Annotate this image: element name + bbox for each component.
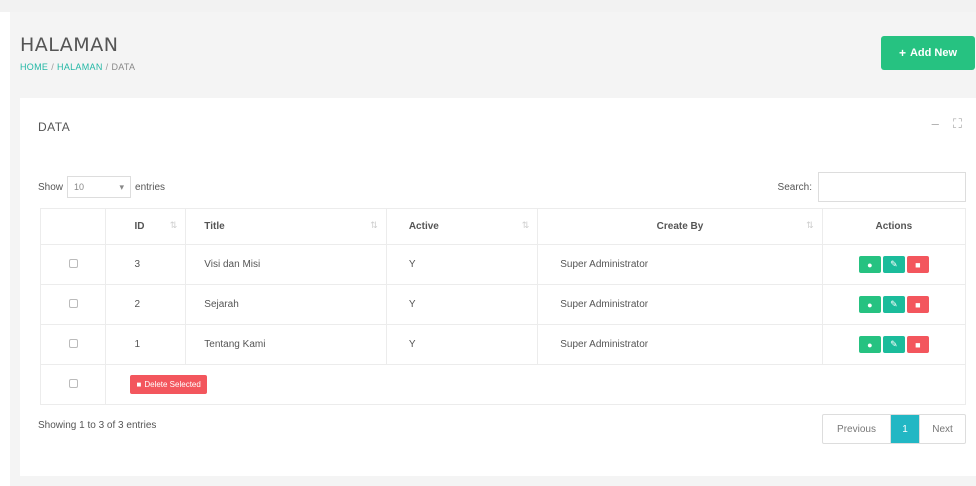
column-label: Actions bbox=[875, 221, 913, 232]
cell-title: Tentang Kami bbox=[185, 324, 387, 365]
cell-id: 1 bbox=[105, 324, 187, 365]
column-header-select bbox=[39, 208, 107, 245]
trash-icon: ■ bbox=[915, 339, 921, 350]
pagination-previous[interactable]: Previous bbox=[823, 415, 891, 443]
card-tools: – ⛶ bbox=[932, 116, 962, 132]
minimize-icon[interactable]: – bbox=[932, 116, 939, 132]
row-checkbox[interactable] bbox=[68, 298, 78, 308]
cell-active: Y bbox=[385, 324, 539, 365]
eye-icon: ● bbox=[867, 259, 873, 270]
page-header: HALAMAN HOME / HALAMAN / DATA + Add New bbox=[10, 12, 976, 98]
breadcrumb-separator: / bbox=[51, 62, 55, 72]
column-header-id[interactable]: ID ⇅ bbox=[105, 208, 187, 245]
add-new-label: Add New bbox=[909, 47, 958, 59]
column-label: Title bbox=[204, 221, 225, 232]
breadcrumb-home[interactable]: HOME bbox=[20, 62, 48, 72]
table-row: 2 Sejarah Y Super Administrator ● ✎ ■ bbox=[39, 284, 967, 325]
edit-button[interactable]: ✎ bbox=[882, 256, 905, 273]
cell-active: Y bbox=[385, 284, 539, 325]
table-row: 3 Visi dan Misi Y Super Administrator ● … bbox=[39, 244, 967, 285]
column-label: Create By bbox=[656, 221, 704, 232]
cell-actions: ● ✎ ■ bbox=[821, 284, 967, 325]
row-checkbox-cell bbox=[39, 284, 107, 325]
pencil-icon: ✎ bbox=[890, 259, 898, 269]
select-all-cell bbox=[39, 364, 107, 405]
eye-icon: ● bbox=[867, 339, 873, 350]
entries-label: entries bbox=[135, 181, 166, 193]
pagination-page-1[interactable]: 1 bbox=[891, 415, 919, 443]
view-button[interactable]: ● bbox=[858, 336, 881, 353]
search-input[interactable] bbox=[818, 172, 966, 202]
breadcrumb: HOME / HALAMAN / DATA bbox=[20, 62, 135, 72]
pagination-next[interactable]: Next bbox=[919, 415, 965, 443]
breadcrumb-halaman[interactable]: HALAMAN bbox=[57, 62, 103, 72]
cell-create-by: Super Administrator bbox=[537, 284, 823, 325]
view-button[interactable]: ● bbox=[858, 296, 881, 313]
page-title: HALAMAN bbox=[20, 34, 119, 56]
entries-select[interactable]: 10 ▾ bbox=[67, 176, 132, 198]
delete-selected-label: Delete Selected bbox=[144, 380, 201, 389]
top-bar bbox=[0, 0, 976, 12]
sort-icon: ⇅ bbox=[521, 220, 530, 230]
column-header-create-by[interactable]: Create By ⇅ bbox=[537, 208, 823, 245]
sort-icon: ⇅ bbox=[169, 220, 178, 230]
table-header-row: ID ⇅ Title ⇅ Active ⇅ Create By ⇅ Actions bbox=[39, 208, 967, 245]
delete-button[interactable]: ■ bbox=[906, 256, 929, 273]
entries-length-control: Show 10 ▾ entries bbox=[38, 176, 165, 198]
cell-title: Visi dan Misi bbox=[185, 244, 387, 285]
trash-icon: ■ bbox=[136, 380, 142, 389]
table-info: Showing 1 to 3 of 3 entries bbox=[38, 420, 157, 431]
bulk-action-cell: ■ Delete Selected bbox=[105, 364, 966, 405]
cell-id: 2 bbox=[105, 284, 187, 325]
data-table: ID ⇅ Title ⇅ Active ⇅ Create By ⇅ Actions 3 … bbox=[39, 208, 967, 405]
cell-active: Y bbox=[385, 244, 539, 285]
search-control: Search: bbox=[778, 172, 966, 202]
column-header-active[interactable]: Active ⇅ bbox=[385, 208, 539, 245]
table-row: 1 Tentang Kami Y Super Administrator ● ✎… bbox=[39, 324, 967, 365]
select-all-checkbox[interactable] bbox=[68, 378, 78, 388]
cell-title: Sejarah bbox=[185, 284, 387, 325]
cell-create-by: Super Administrator bbox=[537, 244, 823, 285]
edit-button[interactable]: ✎ bbox=[882, 296, 905, 313]
row-checkbox-cell bbox=[39, 324, 107, 365]
view-button[interactable]: ● bbox=[858, 256, 881, 273]
column-label: ID bbox=[134, 221, 145, 232]
trash-icon: ■ bbox=[915, 259, 921, 270]
cell-actions: ● ✎ ■ bbox=[821, 244, 967, 285]
data-card: DATA – ⛶ Show 10 ▾ entries Search: ID ⇅ T… bbox=[20, 98, 976, 476]
pencil-icon: ✎ bbox=[890, 299, 898, 309]
page-container: HALAMAN HOME / HALAMAN / DATA + Add New DATA… bbox=[10, 12, 976, 486]
row-checkbox[interactable] bbox=[68, 338, 78, 348]
plus-icon: + bbox=[898, 46, 906, 60]
sort-icon: ⇅ bbox=[806, 220, 814, 230]
sort-icon: ⇅ bbox=[370, 220, 378, 230]
trash-icon: ■ bbox=[915, 299, 921, 310]
search-label: Search: bbox=[777, 181, 812, 193]
show-label: Show bbox=[38, 181, 64, 193]
caret-down-icon: ▾ bbox=[119, 181, 125, 192]
fullscreen-icon[interactable]: ⛶ bbox=[953, 116, 962, 132]
eye-icon: ● bbox=[867, 299, 873, 310]
delete-button[interactable]: ■ bbox=[906, 336, 929, 353]
delete-button[interactable]: ■ bbox=[906, 296, 929, 313]
row-checkbox[interactable] bbox=[68, 258, 78, 268]
cell-id: 3 bbox=[105, 244, 187, 285]
column-header-title[interactable]: Title ⇅ bbox=[185, 208, 387, 245]
edit-button[interactable]: ✎ bbox=[882, 336, 905, 353]
column-header-actions: Actions bbox=[821, 208, 967, 245]
pagination: Previous 1 Next bbox=[822, 414, 966, 444]
pencil-icon: ✎ bbox=[890, 339, 898, 349]
cell-create-by: Super Administrator bbox=[537, 324, 823, 365]
breadcrumb-current: DATA bbox=[111, 62, 136, 72]
add-new-button[interactable]: + Add New bbox=[881, 36, 975, 70]
cell-actions: ● ✎ ■ bbox=[821, 324, 967, 365]
breadcrumb-separator: / bbox=[105, 62, 109, 72]
table-footer-row: ■ Delete Selected bbox=[39, 364, 966, 405]
card-title: DATA bbox=[38, 120, 71, 134]
row-checkbox-cell bbox=[39, 244, 107, 285]
delete-selected-button[interactable]: ■ Delete Selected bbox=[130, 375, 207, 394]
column-label: Active bbox=[408, 221, 439, 232]
entries-select-value: 10 bbox=[74, 182, 85, 192]
